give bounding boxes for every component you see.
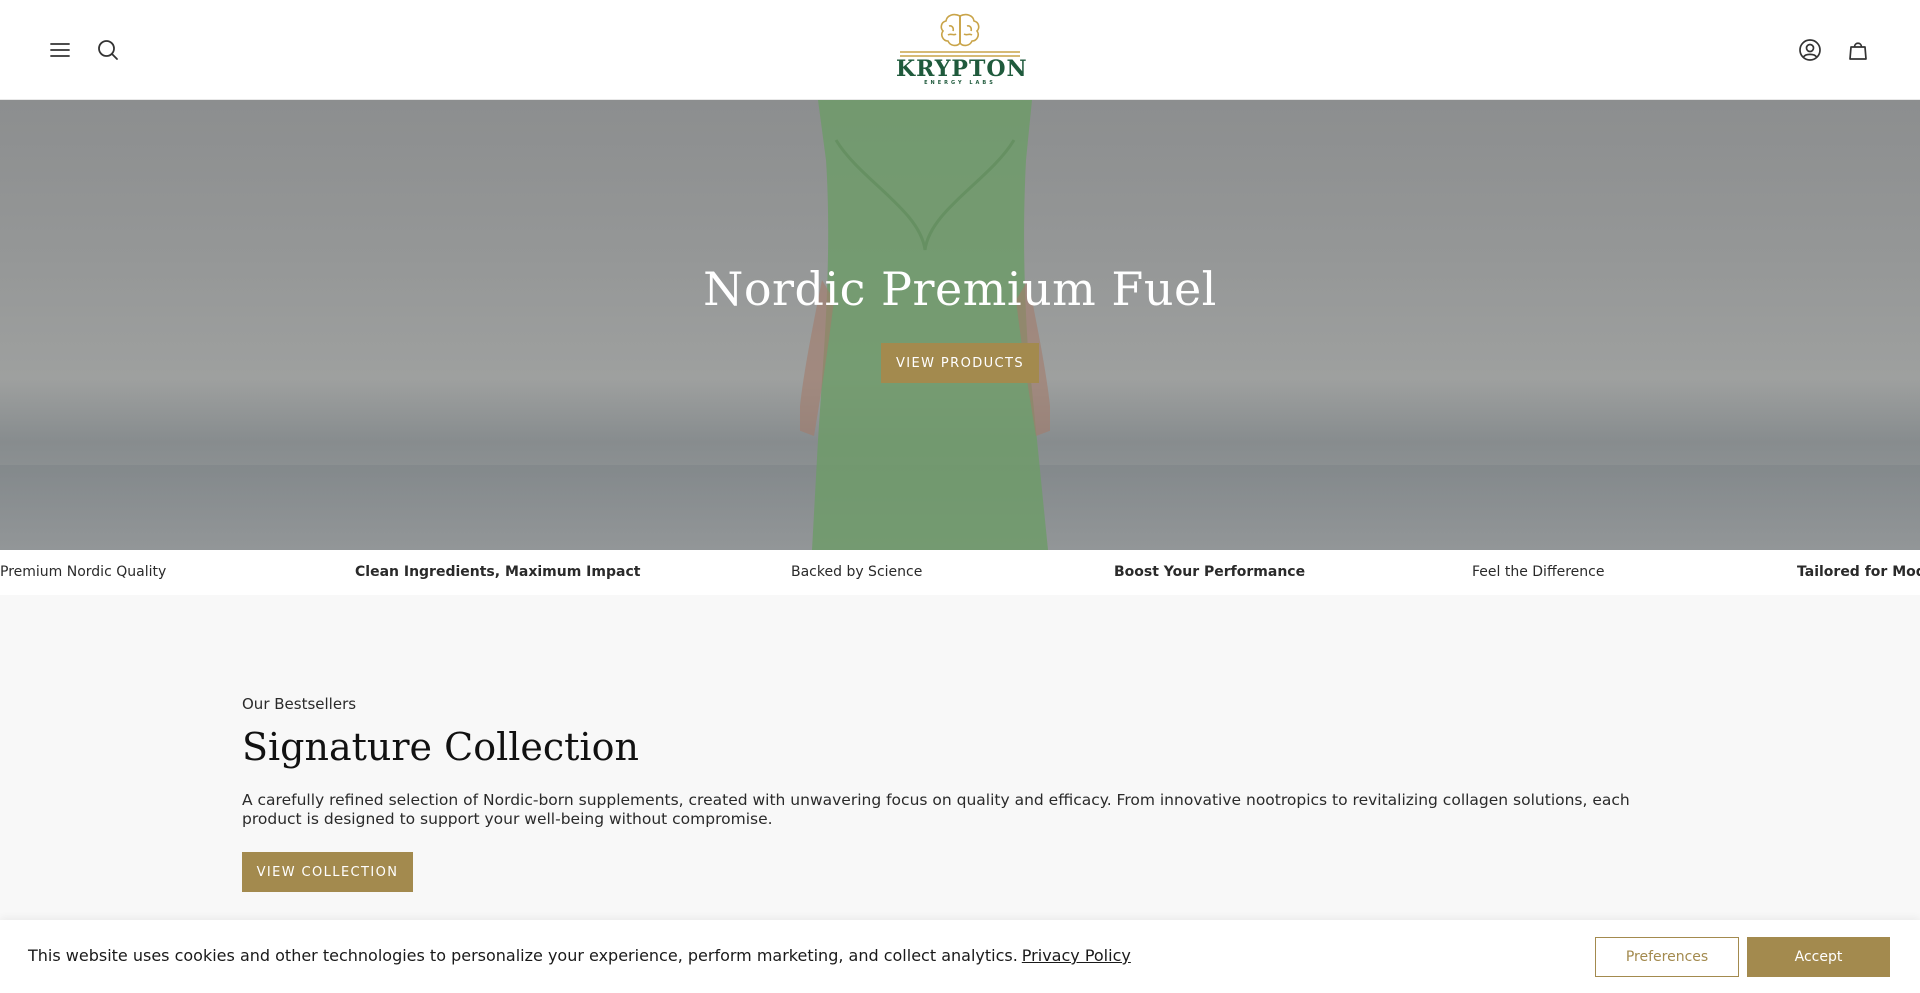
hero-model-image: [800, 100, 1050, 550]
cart-bag-icon[interactable]: [1844, 36, 1872, 64]
hero-title: Nordic Premium Fuel: [703, 262, 1217, 316]
section-description: A carefully refined selection of Nordic-…: [242, 791, 1630, 828]
feature-marquee: Premium Nordic Quality Clean Ingredients…: [0, 550, 1920, 595]
accept-button[interactable]: Accept: [1747, 937, 1890, 977]
marquee-item: Premium Nordic Quality: [0, 564, 167, 580]
preferences-button[interactable]: Preferences: [1595, 937, 1739, 977]
site-header: KRYPTON ENERGY LABS: [0, 0, 1920, 100]
cookie-text: This website uses cookies and other tech…: [28, 946, 1018, 965]
marquee-item: Backed by Science: [791, 564, 923, 580]
search-icon[interactable]: [94, 36, 122, 64]
marquee-item: Clean Ingredients, Maximum Impact: [355, 564, 641, 580]
marquee-item: Boost Your Performance: [1114, 564, 1306, 580]
cookie-banner: This website uses cookies and other tech…: [0, 920, 1920, 993]
marquee-item: Tailored for Modern: [1797, 564, 1920, 580]
account-icon[interactable]: [1796, 36, 1824, 64]
cookie-message: This website uses cookies and other tech…: [28, 946, 1131, 965]
logo-wordmark: KRYPTON: [896, 56, 1028, 82]
signature-collection-section: Our Bestsellers Signature Collection A c…: [0, 595, 1920, 925]
brain-icon: [940, 13, 980, 47]
site-logo[interactable]: KRYPTON ENERGY LABS: [896, 12, 1028, 88]
view-collection-button[interactable]: VIEW COLLECTION: [242, 852, 413, 892]
hero-banner: Nordic Premium Fuel VIEW PRODUCTS: [0, 100, 1920, 550]
marquee-item: Feel the Difference: [1472, 564, 1605, 580]
section-title: Signature Collection: [242, 725, 639, 769]
section-eyebrow: Our Bestsellers: [242, 695, 357, 713]
hamburger-menu-icon[interactable]: [46, 36, 74, 64]
view-products-button[interactable]: VIEW PRODUCTS: [881, 343, 1039, 383]
privacy-policy-link[interactable]: Privacy Policy: [1022, 946, 1131, 965]
